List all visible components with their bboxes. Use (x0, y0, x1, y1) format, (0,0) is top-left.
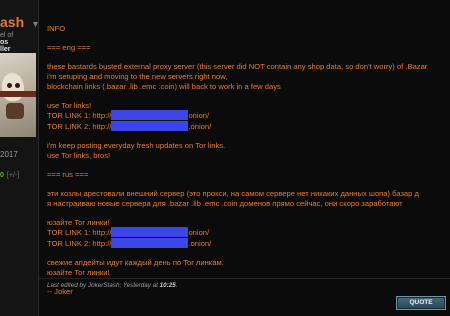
eng-tor-heading: use Tor links! (47, 100, 92, 110)
post-body: INFO === eng === these bastards busted e… (47, 24, 450, 297)
rus-tor-link-1-label: TOR LINK 1: http:// (47, 228, 112, 238)
reputation: 0 [+/-] (0, 172, 19, 179)
edit-note-suffix: . (175, 282, 178, 289)
eng-line-3: blockchain links (.bazar .lib .emc .coin… (47, 81, 281, 91)
rus-line-2: я настраиваю новые сервера для .bazar .l… (47, 198, 403, 208)
user-rank: os (0, 39, 9, 46)
redacted-block (111, 238, 189, 249)
join-date: 2017 (0, 150, 18, 159)
user-sidebar: ash ▼ el of os ller 2017 0[+/-] (0, 0, 39, 316)
rus-tor-link-1[interactable]: TOR LINK 1: http:// onion/ (47, 227, 450, 238)
edit-note: Last edited by JokerStash; Yesterday at … (47, 282, 177, 289)
tor-link-1[interactable]: TOR LINK 1: http:// onion/ (47, 110, 450, 121)
rus-tor-link-2[interactable]: TOR LINK 2: http:// .onion/ (47, 238, 450, 249)
edit-note-time: 10:25 (159, 282, 176, 289)
rus-tor-link-2-label: TOR LINK 2: http:// (47, 239, 112, 249)
rus-tor-link-2-suffix: .onion/ (188, 239, 212, 249)
edit-note-prefix: Last edited by JokerStash; Yesterday at (47, 282, 160, 289)
eng-line-2: i'm setuping and moving to the new serve… (47, 71, 228, 81)
chevron-down-icon[interactable]: ▼ (31, 19, 38, 29)
reputation-value: 0 (0, 172, 4, 179)
username-link[interactable]: ash (0, 14, 24, 30)
redacted-block (111, 227, 189, 238)
eng-line-1: these bastards busted external proxy ser… (47, 62, 428, 72)
eng-marker: === eng === (47, 43, 91, 53)
post-divider (39, 278, 450, 279)
rus-tor-link-1-suffix: onion/ (188, 228, 210, 238)
tor-link-2[interactable]: TOR LINK 2: http:// .onion/ (47, 120, 450, 132)
quote-button[interactable]: QUOTE (396, 296, 446, 310)
redacted-block (111, 120, 189, 131)
post-heading: INFO (47, 24, 66, 33)
avatar[interactable] (0, 53, 36, 137)
user-role: ller (0, 46, 11, 53)
rus-update-2: юзайте Tor линки! (47, 267, 110, 277)
tor-link-1-label: TOR LINK 1: http:// (47, 111, 112, 121)
rus-marker: === rus === (47, 169, 89, 179)
tor-link-1-suffix: onion/ (188, 111, 210, 121)
eng-update-1: i'm keep posting everyday fresh updates … (47, 141, 226, 151)
post-container: INFO === eng === these bastards busted e… (39, 0, 450, 316)
tor-link-2-suffix: .onion/ (188, 121, 212, 131)
redacted-block (111, 110, 189, 121)
user-title: el of (0, 32, 14, 39)
eng-update-2: use Tor links, bros! (47, 150, 111, 160)
rus-update-1: свежие апдейты идут каждый день по Tor л… (47, 258, 224, 268)
rus-tor-heading: юзайте Tor линки! (47, 217, 110, 227)
rus-line-1: эти козлы арестовали внешний сервер (это… (47, 189, 419, 199)
reputation-controls[interactable]: [+/-] (7, 172, 19, 179)
tor-link-2-label: TOR LINK 2: http:// (47, 121, 112, 131)
